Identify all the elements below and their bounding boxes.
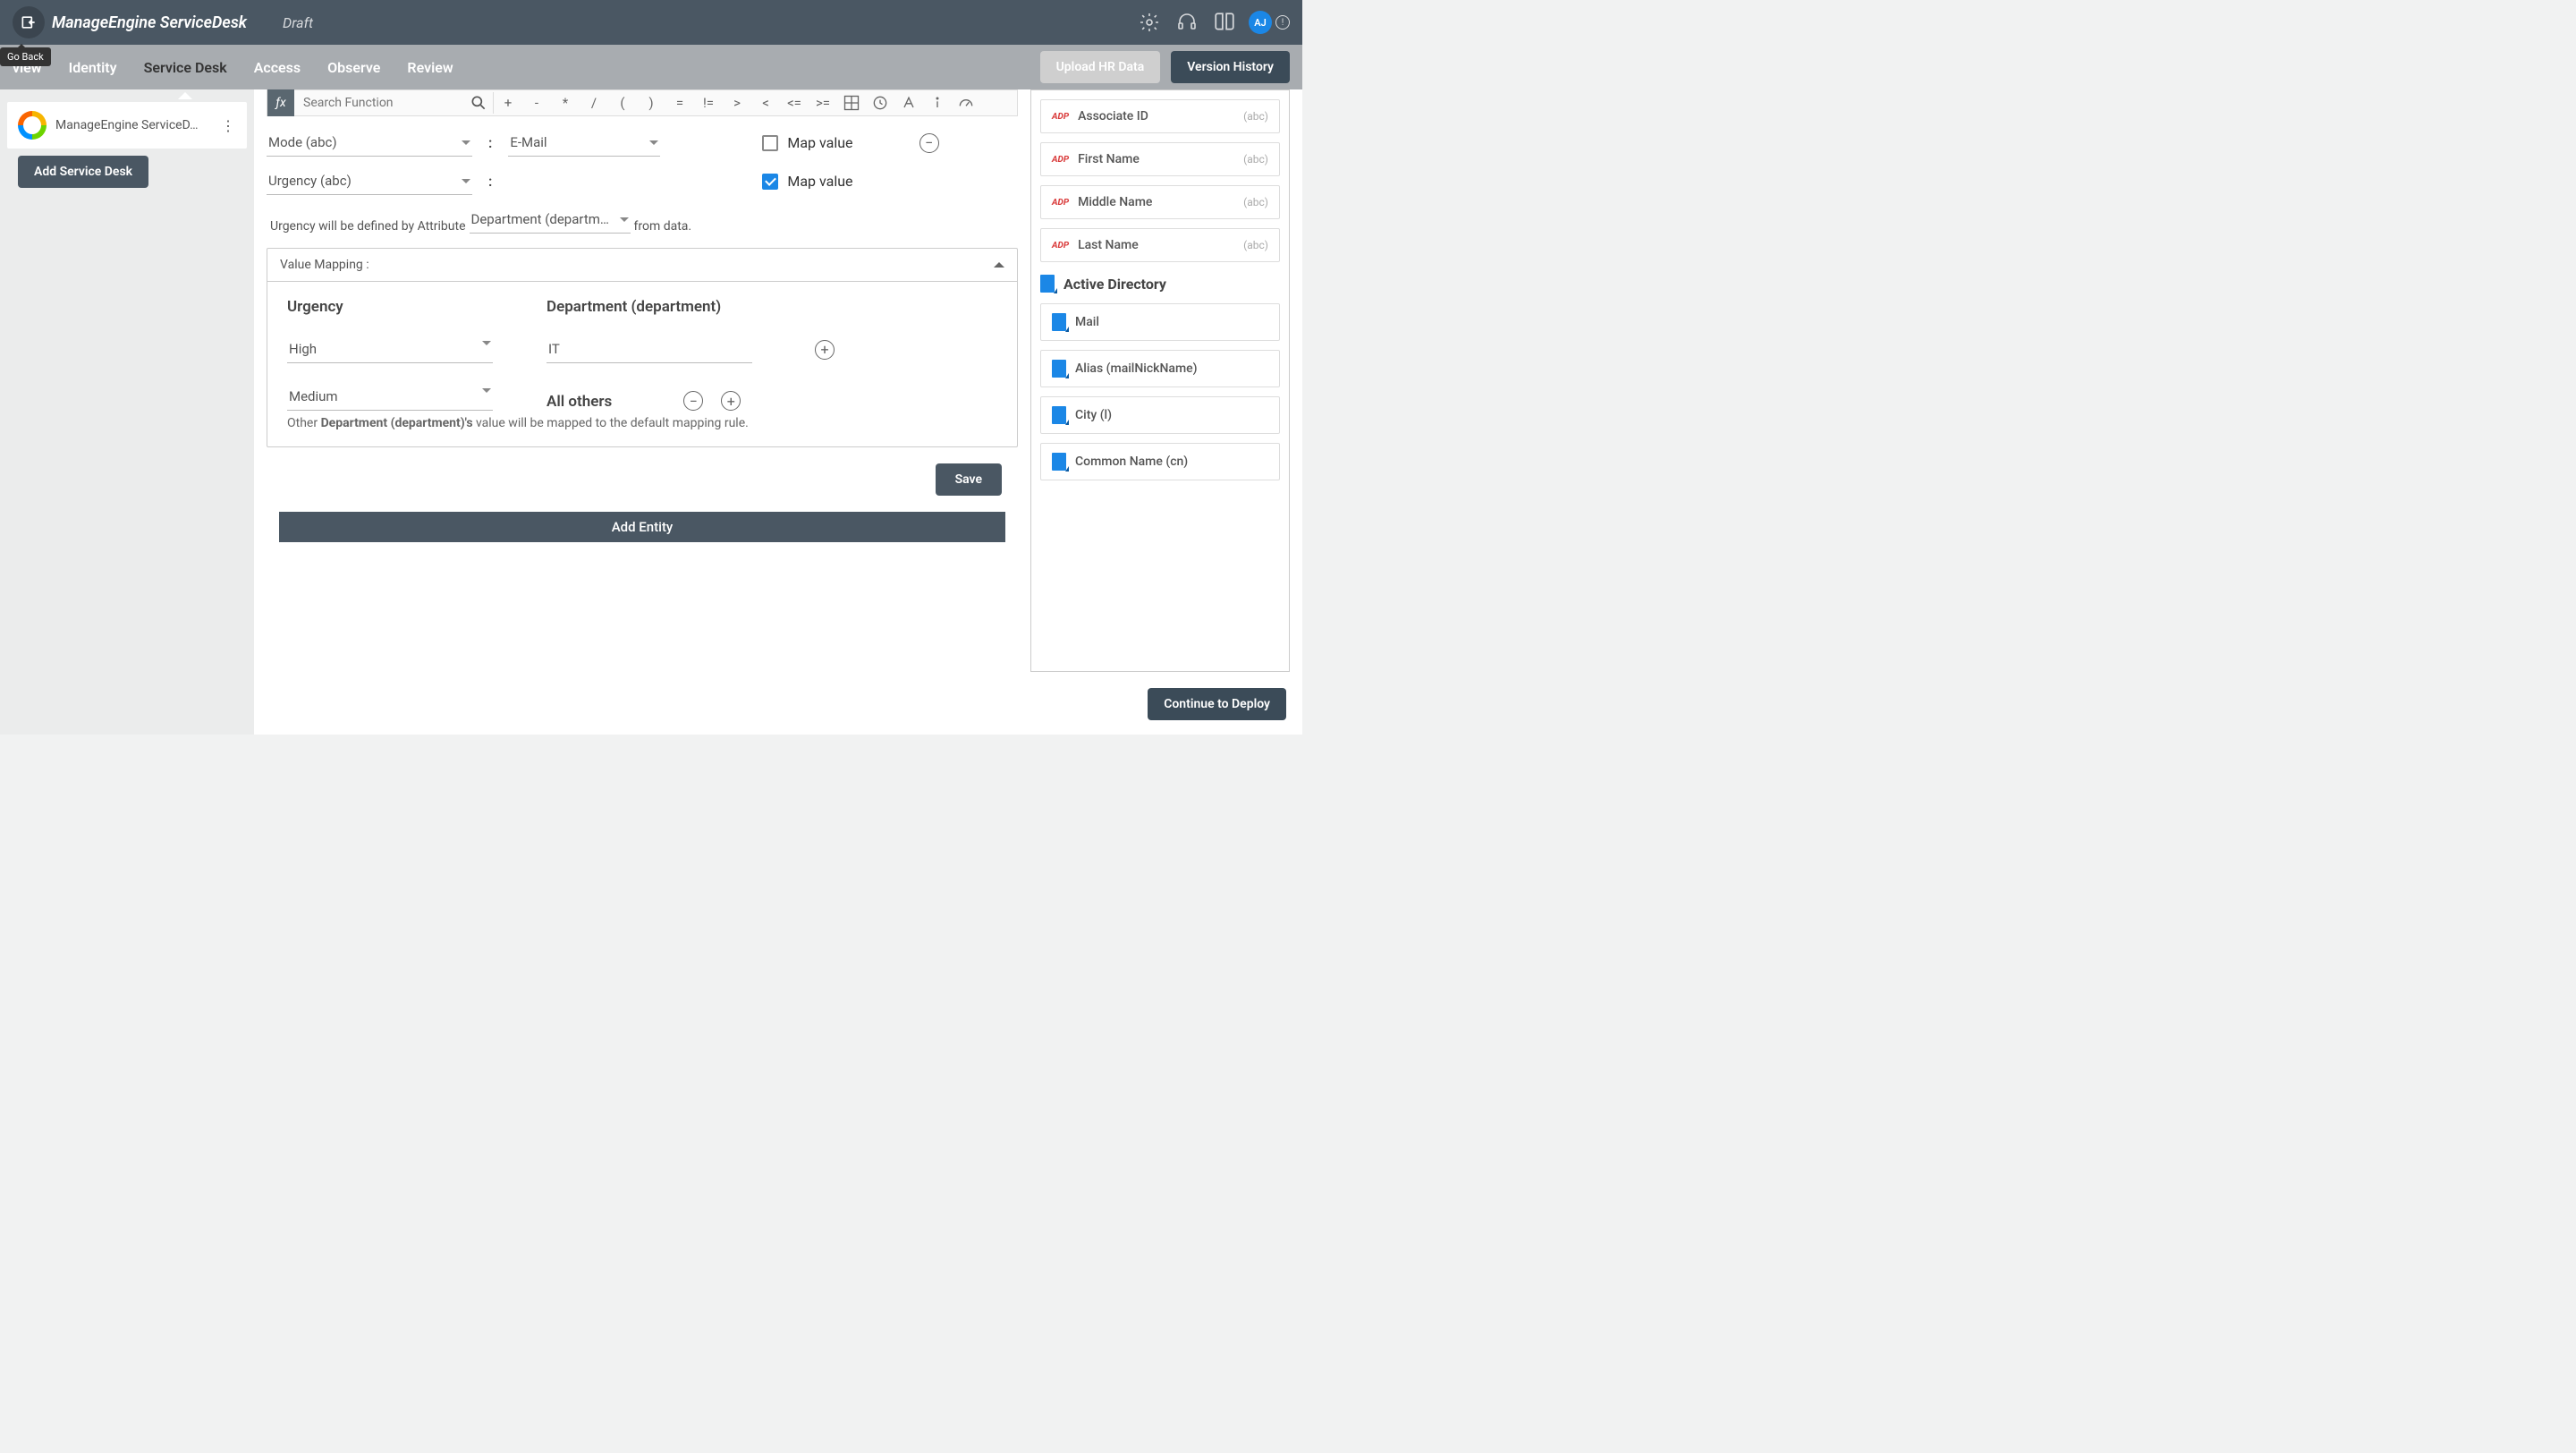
op-lte[interactable]: <= [780,89,809,116]
back-tooltip: Go Back [0,47,51,66]
headset-icon[interactable] [1175,11,1199,34]
map-value-label: Map value [787,173,852,190]
draft-badge: Draft [283,14,313,31]
back-button[interactable]: Go Back [13,6,45,38]
attr-mail[interactable]: Mail [1040,303,1280,341]
adp-icon: ADP [1052,241,1069,251]
op-clock-icon[interactable] [866,89,894,116]
mode-value-dropdown[interactable]: E-Mail [508,129,660,157]
attributes-panel: ADP Associate ID (abc) ADP First Name (a… [1030,89,1290,672]
adp-icon: ADP [1052,198,1069,208]
vm-add-row-button[interactable]: + [815,340,835,360]
avatar[interactable]: AJ [1249,11,1272,34]
mode-dropdown[interactable]: Mode (abc) [267,129,472,157]
op-gauge-icon[interactable] [952,89,980,116]
ad-icon [1052,453,1066,471]
op-neq[interactable]: != [694,89,723,116]
op-table-icon[interactable] [837,89,866,116]
attr-middle-name[interactable]: ADP Middle Name (abc) [1040,185,1280,219]
save-button[interactable]: Save [936,463,1002,496]
dept-attr-dropdown[interactable]: Department (departm… [470,206,631,234]
op-multiply[interactable]: * [551,89,580,116]
book-icon[interactable] [1213,11,1236,34]
attr-associate-id[interactable]: ADP Associate ID (abc) [1040,99,1280,133]
alert-icon[interactable]: ! [1275,15,1290,30]
vm-col-dept: Department (department) [547,298,721,316]
adp-icon: ADP [1052,112,1069,122]
attr-common-name[interactable]: Common Name (cn) [1040,443,1280,480]
map-value-label: Map value [787,134,852,151]
continue-deploy-button[interactable]: Continue to Deploy [1148,688,1286,720]
op-lt[interactable]: < [751,89,780,116]
op-info-icon[interactable] [923,89,952,116]
tab-identity[interactable]: Identity [69,47,117,88]
map-value-checkbox-mode[interactable] [762,135,778,151]
map-value-checkbox-urgency[interactable] [762,174,778,190]
nav-row: view Identity Service Desk Access Observ… [0,45,1302,89]
vm-urgency-high-dropdown[interactable]: High [287,336,493,363]
colon: : [488,173,492,190]
attr-first-name[interactable]: ADP First Name (abc) [1040,142,1280,176]
remove-mode-button[interactable]: − [919,133,939,153]
tab-review[interactable]: Review [407,47,453,88]
adp-icon: ADP [1052,155,1069,165]
tab-service-desk[interactable]: Service Desk [144,47,227,88]
search-icon[interactable] [470,94,487,112]
urgency-sentence: Urgency will be defined by Attribute Dep… [270,206,1018,234]
vm-all-others: All others [547,393,612,411]
editor-area: ƒx + - * / ( ) = != > < [254,89,1030,681]
sidebar-item-servicedesk[interactable]: ManageEngine ServiceD… ⋮ [7,102,247,149]
app-title: ManageEngine ServiceDesk [52,13,247,32]
version-history-button[interactable]: Version History [1171,51,1290,83]
fx-icon: ƒx [267,89,294,116]
ad-icon [1052,313,1066,331]
op-text-icon[interactable] [894,89,923,116]
op-gt[interactable]: > [723,89,751,116]
value-mapping-header[interactable]: Value Mapping : [267,249,1017,282]
ad-icon [1040,275,1055,293]
op-eq[interactable]: = [665,89,694,116]
sidebar-item-label: ManageEngine ServiceD… [55,118,220,132]
op-plus[interactable]: + [494,89,522,116]
op-gte[interactable]: >= [809,89,837,116]
ad-icon [1052,360,1066,378]
value-mapping-panel: Value Mapping : Urgency Department (depa… [267,248,1018,447]
add-entity-button[interactable]: Add Entity [279,512,1005,542]
op-paren-open[interactable]: ( [608,89,637,116]
vm-note: Other Department (department)'s value wi… [287,416,997,430]
colon: : [488,134,492,151]
upload-hr-button[interactable]: Upload HR Data [1040,51,1161,83]
add-service-desk-button[interactable]: Add Service Desk [18,156,148,188]
vm-col-urgency: Urgency [287,298,493,316]
ad-icon [1052,406,1066,424]
urgency-dropdown[interactable]: Urgency (abc) [267,167,472,195]
tab-observe[interactable]: Observe [327,47,380,88]
tab-access[interactable]: Access [254,47,301,88]
gear-icon[interactable] [1138,11,1161,34]
attr-alias[interactable]: Alias (mailNickName) [1040,350,1280,387]
vm-dept-it-input[interactable] [547,336,752,363]
attr-last-name[interactable]: ADP Last Name (abc) [1040,228,1280,262]
op-paren-close[interactable]: ) [637,89,665,116]
search-function-input[interactable] [300,92,470,114]
function-toolbar: ƒx + - * / ( ) = != > < [267,89,1018,116]
attrs-ad-section: Active Directory [1040,275,1280,293]
chevron-up-icon [994,262,1004,268]
nav-tabs: view Identity Service Desk Access Observ… [13,47,453,88]
kebab-icon[interactable]: ⋮ [220,117,236,134]
vm-remove-row-button[interactable]: − [683,391,703,411]
manageengine-logo-icon [18,111,47,140]
vm-add-row-button-2[interactable]: + [721,391,741,411]
op-minus[interactable]: - [522,89,551,116]
op-divide[interactable]: / [580,89,608,116]
attr-city[interactable]: City (l) [1040,396,1280,434]
vm-urgency-medium-dropdown[interactable]: Medium [287,383,493,411]
top-bar: Go Back ManageEngine ServiceDesk Draft A… [0,0,1302,45]
sidebar: ManageEngine ServiceD… ⋮ Add Service Des… [0,89,254,735]
